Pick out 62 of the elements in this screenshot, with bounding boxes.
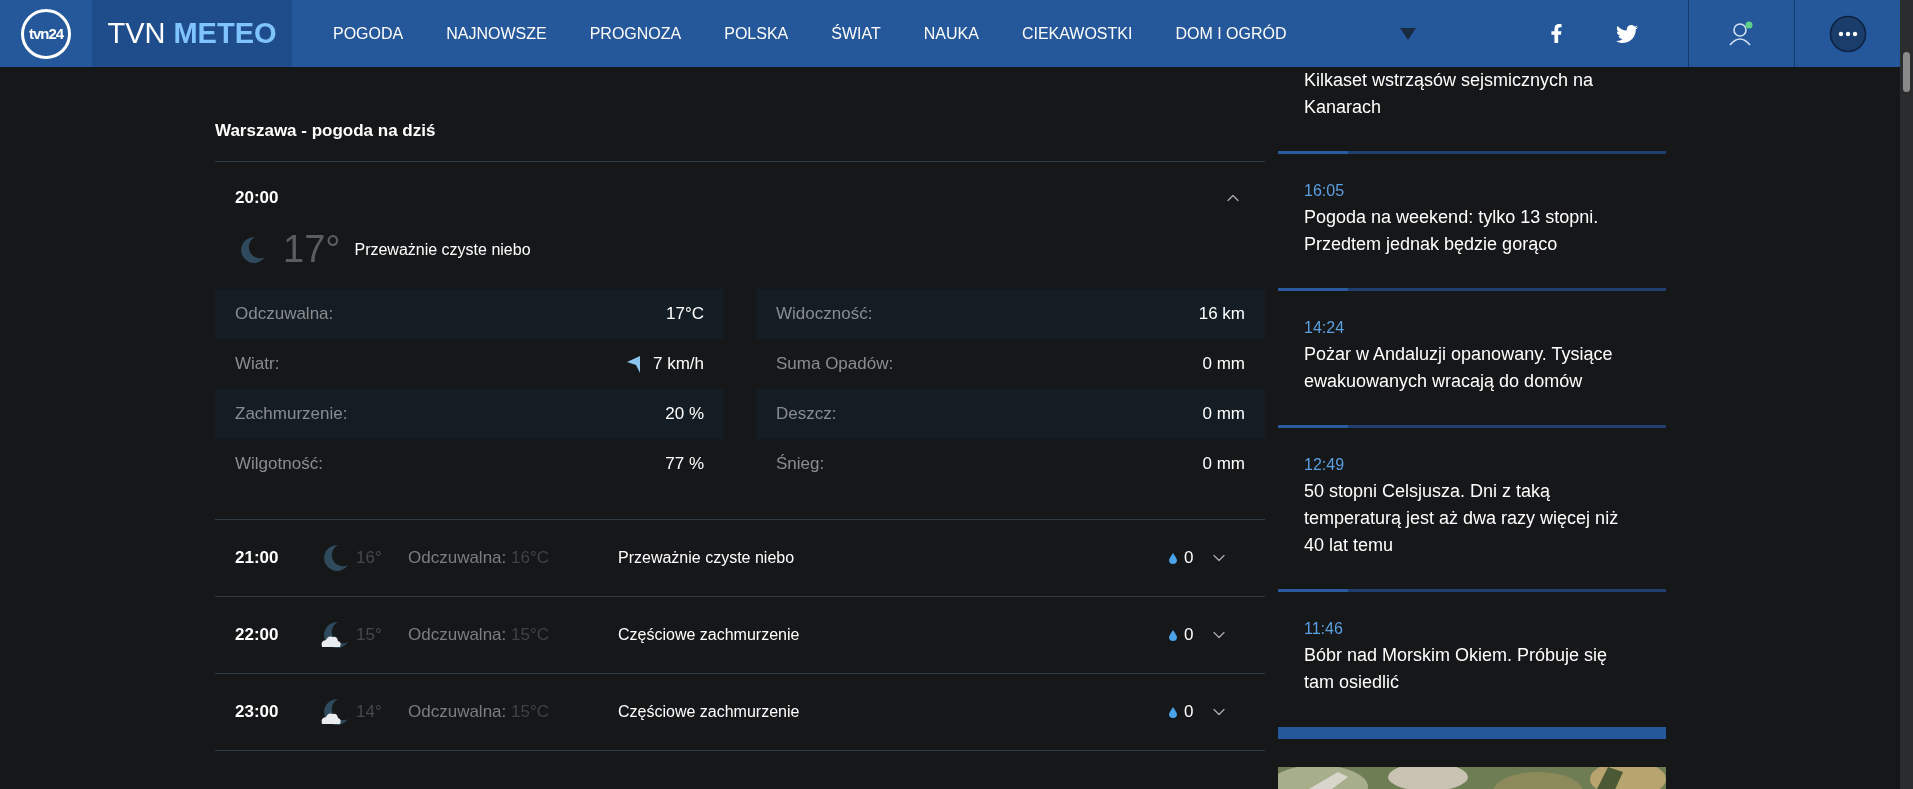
detail-value: 0 mm [1202, 404, 1245, 424]
news-item[interactable]: 16:05 Pogoda na weekend: tylko 13 stopni. Przedtem jednak będzie gorąco [1278, 154, 1666, 288]
detail-value: 20 % [665, 404, 704, 424]
temperature: 17° [283, 228, 341, 271]
hour-time: 20:00 [235, 188, 279, 208]
detail-label: Śnieg: [776, 454, 825, 474]
detail-label: Suma Opadów: [776, 354, 894, 374]
news-item[interactable]: 12:49 50 stopni Celsjusza. Dni z taką temperaturą jest aż dwa razy więcej niż 40 lat temu [1278, 428, 1666, 589]
hour-time: 21:00 [235, 548, 280, 568]
detail-label: Wilgotność: [235, 454, 323, 474]
weather-description: Częściowe zachmurzenie [618, 703, 801, 721]
nav-link[interactable]: PROGNOZA [589, 24, 682, 43]
news-time: 11:46 [1304, 620, 1344, 638]
scrollbar[interactable] [1900, 0, 1913, 789]
news-item[interactable]: 11:46 Bóbr nad Morskim Okiem. Próbuje się tam osiedlić [1278, 592, 1666, 726]
weather-description: Częściowe zachmurzenie [618, 626, 801, 644]
weather-description: Przeważnie czyste niebo [618, 549, 796, 567]
news-item[interactable]: Kilkaset wstrząsów sejsmicznych na Kanarach [1278, 67, 1666, 151]
detail-label: Zachmurzenie: [235, 404, 348, 424]
news-time: 12:49 [1304, 456, 1346, 474]
nav-link[interactable]: ŚWIAT [831, 24, 881, 43]
wind-direction-icon [626, 355, 641, 373]
news-title: 50 stopni Celsjusza. Dni z taką temperaturą jest aż dwa razy więcej niż 40 lat temu [1304, 480, 1620, 557]
raindrop-icon [1169, 706, 1177, 718]
logo[interactable]: tvn24 [21, 8, 71, 59]
detail-value: 0 mm [1202, 354, 1245, 374]
news-title: Kilkaset wstrząsów sejsmicznych na Kanarach [1304, 69, 1595, 119]
twitter-icon[interactable] [1616, 22, 1638, 45]
hour-time: 22:00 [235, 625, 280, 645]
detail-label: Widoczność: [776, 304, 873, 324]
detail-value: 77 % [665, 454, 704, 474]
news-item[interactable]: 14:24 Pożar w Andaluzji opanowany. Tysiące ewakuowanych wracają do domów [1278, 291, 1666, 425]
nav-link[interactable]: NAUKA [923, 24, 979, 43]
precipitation-value: 0 [1184, 548, 1194, 568]
nav-link[interactable]: NAJNOWSZE [446, 24, 547, 43]
detail-value: 16 km [1198, 304, 1245, 324]
detail-value: 7 km/h [652, 354, 704, 374]
news-time: 16:05 [1304, 182, 1346, 200]
nav-link[interactable]: CIEKAWOSTKI [1021, 24, 1133, 43]
news-title: Pogoda na weekend: tylko 13 stopni. Przedtem jednak będzie gorąco [1304, 206, 1600, 256]
hour-time: 23:00 [235, 702, 280, 722]
detail-label: Odczuwalna: [235, 304, 334, 324]
weather-description: Przeważnie czyste niebo [354, 240, 531, 259]
nav-link[interactable]: POLSKA [724, 24, 789, 43]
nav-link[interactable]: POGODA [333, 24, 404, 43]
detail-value: 17°C [666, 304, 704, 324]
news-time: 14:24 [1304, 319, 1346, 337]
raindrop-icon [1169, 629, 1177, 641]
news-title: Pożar w Andaluzji opanowany. Tysiące ewakuowanych wracają do domów [1304, 343, 1614, 393]
section-title: Warszawa - pogoda na dziś [215, 67, 1265, 162]
detail-label: Wiatr: [235, 354, 280, 374]
brand-name[interactable]: METEO [173, 17, 277, 50]
precipitation-value: 0 [1184, 625, 1194, 645]
raindrop-icon [1169, 552, 1177, 564]
nav-link[interactable]: DOM I OGRÓD [1175, 24, 1287, 43]
more-options-icon[interactable] [1828, 14, 1867, 53]
news-title: Bóbr nad Morskim Okiem. Próbuje się tam osiedlić [1304, 644, 1609, 694]
brand-name[interactable]: TVN [107, 17, 166, 50]
detail-value: 0 mm [1202, 454, 1245, 474]
precipitation-value: 0 [1184, 702, 1194, 722]
detail-label: Deszcz: [776, 404, 837, 424]
user-icon[interactable] [1728, 20, 1755, 47]
